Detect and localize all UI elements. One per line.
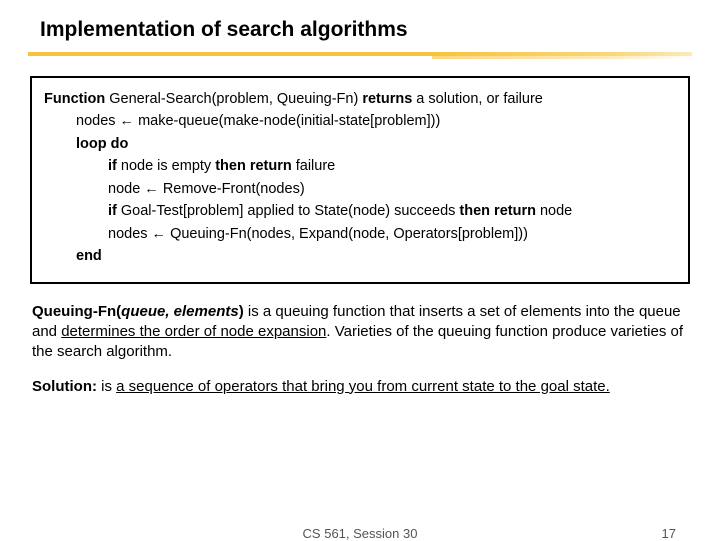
para-underline: a sequence of operators that bring you f…	[116, 378, 610, 395]
kw-returns: returns	[362, 91, 412, 107]
paragraph-queuing-fn: Queuing-Fn(queue, elements) is a queuing…	[32, 302, 688, 363]
code-text: a solution, or failure	[412, 91, 543, 107]
kw-then-return: then return	[459, 203, 536, 219]
footer-page-number: 17	[662, 526, 676, 541]
slide-title: Implementation of search algorithms	[40, 18, 692, 42]
paragraph-solution: Solution: is a sequence of operators tha…	[32, 377, 688, 397]
para-bold: Queuing-Fn(	[32, 303, 121, 320]
code-line-1: Function General-Search(problem, Queuing…	[44, 88, 676, 110]
footer-center-text: CS 561, Session 30	[303, 526, 418, 541]
code-text: failure	[292, 158, 336, 174]
code-line-8: end	[44, 245, 676, 267]
para-bold: Solution:	[32, 378, 97, 395]
kw-if: if	[108, 158, 117, 174]
code-text: Goal-Test[problem] applied to State(node…	[117, 203, 460, 219]
code-line-7: nodes ← Queuing-Fn(nodes, Expand(node, O…	[44, 223, 676, 245]
code-text: General-Search(problem, Queuing-Fn)	[105, 91, 362, 107]
kw-then-return: then return	[215, 158, 292, 174]
title-underline	[28, 48, 692, 62]
code-line-2: nodes ← make-queue(make-node(initial-sta…	[44, 110, 676, 132]
code-line-3: loop do	[44, 133, 676, 155]
code-line-4: if node is empty then return failure	[44, 155, 676, 177]
code-line-5: node ← Remove-Front(nodes)	[44, 178, 676, 200]
para-text: is	[97, 378, 116, 395]
code-line-6: if Goal-Test[problem] applied to State(n…	[44, 200, 676, 222]
para-underline: determines the order of node expansion	[61, 323, 326, 340]
kw-if: if	[108, 203, 117, 219]
code-text: node is empty	[117, 158, 215, 174]
pseudocode-box: Function General-Search(problem, Queuing…	[30, 76, 690, 284]
para-bold-italic: queue, elements	[121, 303, 239, 320]
code-text: node	[536, 203, 572, 219]
kw-function: Function	[44, 91, 105, 107]
